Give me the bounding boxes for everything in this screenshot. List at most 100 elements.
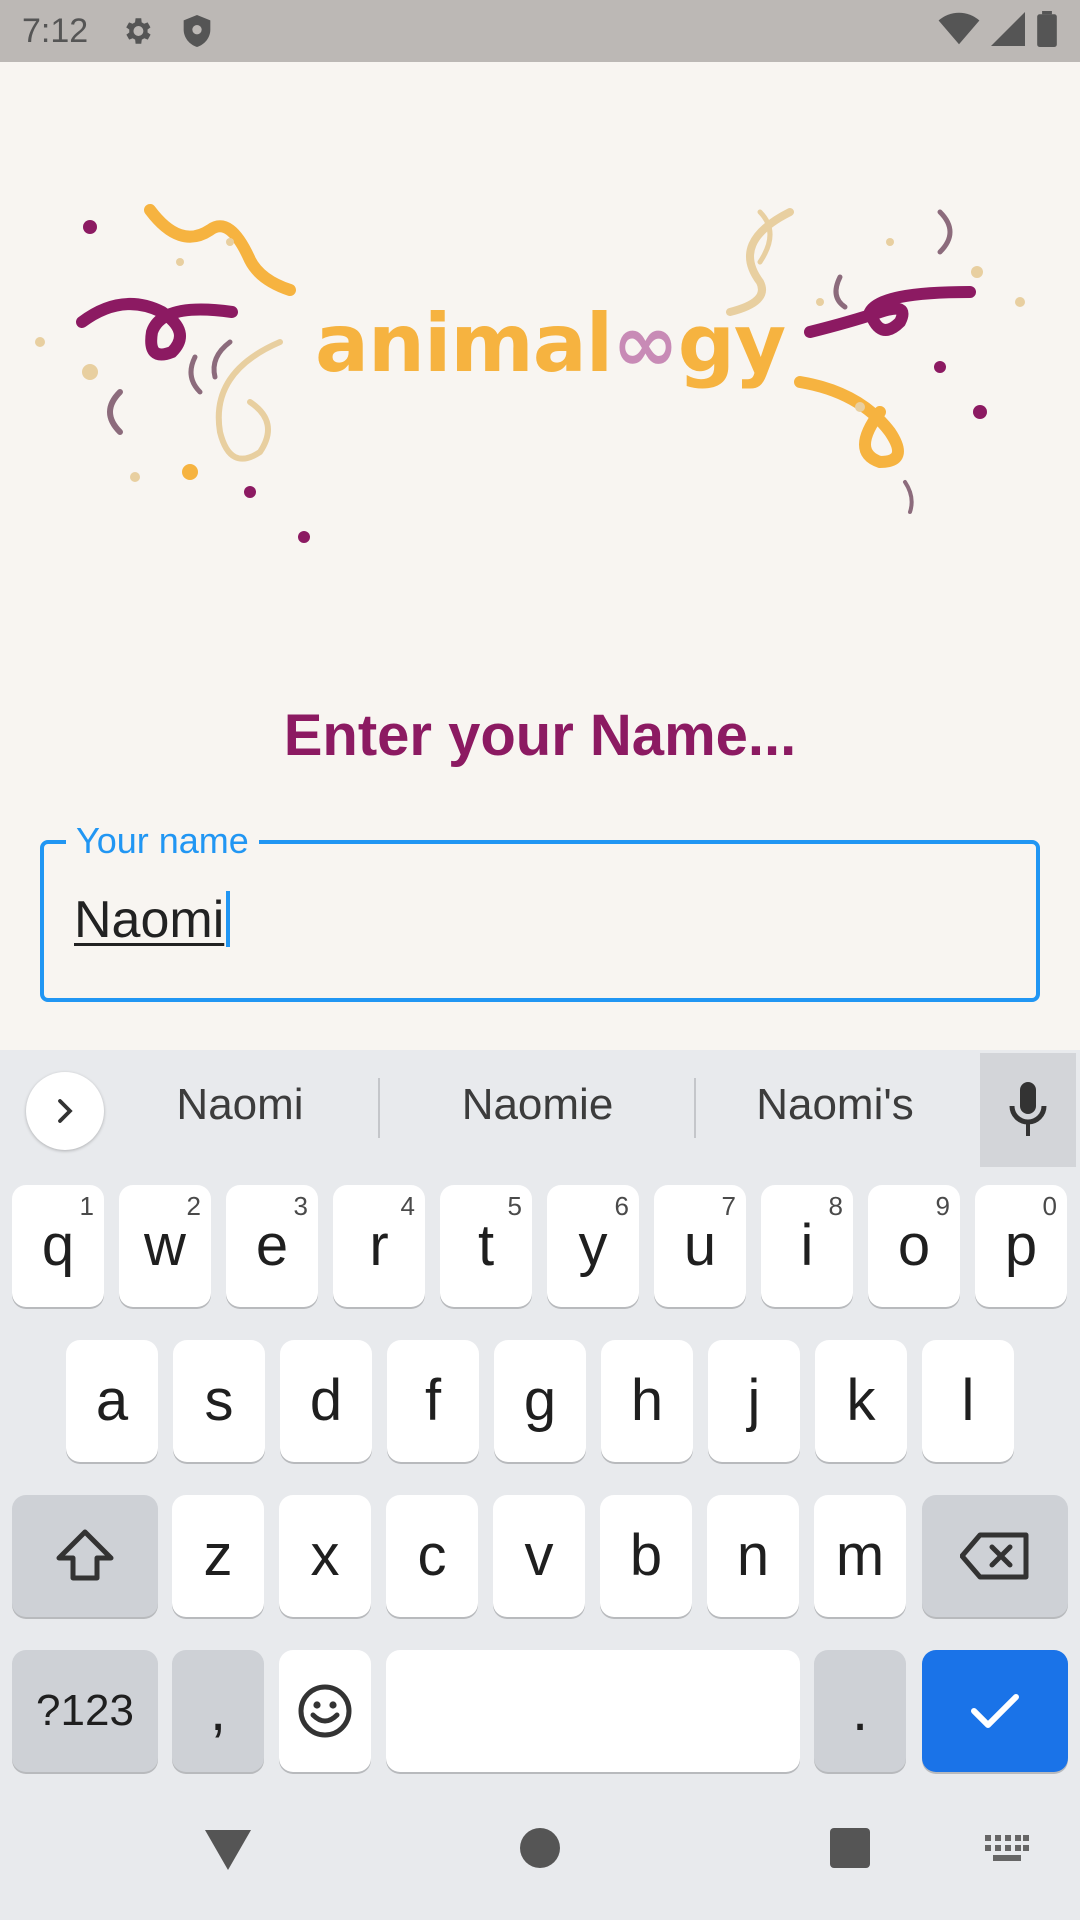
name-field-label: Your name: [66, 820, 259, 862]
backspace-key[interactable]: [922, 1495, 1068, 1617]
key-q-label: q: [41, 1213, 75, 1278]
key-g[interactable]: g: [494, 1340, 586, 1462]
key-e-hint: 3: [293, 1191, 308, 1221]
key-w[interactable]: w2: [119, 1185, 211, 1307]
period-key[interactable]: .: [814, 1650, 906, 1772]
key-c-label: c: [417, 1523, 447, 1588]
wifi-icon: [938, 12, 980, 51]
cell-signal-icon: [990, 11, 1026, 51]
key-r[interactable]: r4: [333, 1185, 425, 1307]
key-y-hint: 6: [614, 1191, 629, 1221]
suggestion-2[interactable]: Naomie: [420, 1080, 655, 1130]
key-i-hint: 8: [828, 1191, 843, 1221]
key-o-hint: 9: [935, 1191, 950, 1221]
suggestion-3[interactable]: Naomi's: [720, 1080, 950, 1130]
key-q[interactable]: q1: [12, 1185, 104, 1307]
period-key-label: .: [851, 1678, 869, 1743]
key-o[interactable]: o9: [868, 1185, 960, 1307]
suggestion-1[interactable]: Naomi: [130, 1080, 350, 1130]
name-input[interactable]: Naomi: [74, 890, 231, 950]
keyboard-switch-icon[interactable]: [985, 1835, 1029, 1865]
symbols-key[interactable]: ?123: [12, 1650, 158, 1772]
symbols-key-label: ?123: [36, 1686, 134, 1735]
logo-wordmark: animal∞gy: [315, 297, 786, 390]
key-v-label: v: [524, 1523, 554, 1588]
comma-key-label: ,: [209, 1678, 227, 1743]
key-u-hint: 7: [721, 1191, 736, 1221]
status-time: 7:12: [22, 11, 89, 50]
key-c[interactable]: c: [386, 1495, 478, 1617]
key-t[interactable]: t5: [440, 1185, 532, 1307]
key-k-label: k: [846, 1368, 876, 1433]
key-b[interactable]: b: [600, 1495, 692, 1617]
key-n[interactable]: n: [707, 1495, 799, 1617]
key-g-label: g: [523, 1368, 557, 1433]
key-z-label: z: [203, 1523, 233, 1588]
home-icon[interactable]: [520, 1828, 560, 1868]
key-p[interactable]: p0: [975, 1185, 1067, 1307]
checkmark-icon: [971, 1694, 1019, 1728]
key-v[interactable]: v: [493, 1495, 585, 1617]
recents-icon[interactable]: [830, 1828, 870, 1868]
text-caret: [226, 891, 231, 947]
emoji-icon: [298, 1684, 352, 1738]
key-w-label: w: [144, 1213, 186, 1278]
key-m[interactable]: m: [814, 1495, 906, 1617]
key-f-label: f: [424, 1368, 442, 1433]
key-x-label: x: [310, 1523, 340, 1588]
key-s-label: s: [204, 1368, 234, 1433]
key-y[interactable]: y6: [547, 1185, 639, 1307]
key-a[interactable]: a: [66, 1340, 158, 1462]
key-p-hint: 0: [1042, 1191, 1057, 1221]
key-h[interactable]: h: [601, 1340, 693, 1462]
done-key[interactable]: [922, 1650, 1068, 1772]
navigation-bar: [0, 1780, 1080, 1920]
suggestion-bar: Naomi Naomie Naomi's: [0, 1050, 1080, 1170]
key-j[interactable]: j: [708, 1340, 800, 1462]
name-field[interactable]: Your name Naomi: [40, 820, 1040, 1002]
gear-icon: [118, 12, 156, 50]
expand-toolbar-button[interactable]: [26, 1072, 104, 1150]
comma-key[interactable]: ,: [172, 1650, 264, 1772]
key-b-label: b: [629, 1523, 663, 1588]
page-title: Enter your Name...: [283, 703, 797, 768]
backspace-icon: [960, 1532, 1029, 1580]
key-o-label: o: [897, 1213, 931, 1278]
chevron-right-icon: [58, 1099, 73, 1123]
key-q-hint: 1: [79, 1191, 94, 1221]
key-i-label: i: [800, 1213, 814, 1278]
key-z[interactable]: z: [172, 1495, 264, 1617]
shield-icon: [178, 12, 216, 50]
key-a-label: a: [95, 1368, 129, 1433]
key-j-label: j: [747, 1368, 761, 1433]
key-f[interactable]: f: [387, 1340, 479, 1462]
key-p-label: p: [1004, 1213, 1038, 1278]
key-k[interactable]: k: [815, 1340, 907, 1462]
key-u[interactable]: u7: [654, 1185, 746, 1307]
key-t-label: t: [477, 1213, 495, 1278]
shift-icon: [56, 1529, 114, 1581]
voice-input-button[interactable]: [980, 1053, 1076, 1167]
key-d-label: d: [309, 1368, 343, 1433]
shift-key[interactable]: [12, 1495, 158, 1617]
animalogy-logo: animal∞gy: [30, 202, 1040, 622]
back-icon[interactable]: [205, 1830, 251, 1870]
key-l[interactable]: l: [922, 1340, 1014, 1462]
app-screen: animal∞gy Enter your Name... Your name N…: [0, 62, 1080, 1050]
key-n-label: n: [736, 1523, 770, 1588]
key-l-label: l: [961, 1368, 975, 1433]
status-bar: 7:12: [0, 0, 1080, 62]
key-t-hint: 5: [507, 1191, 522, 1221]
space-key[interactable]: [386, 1650, 800, 1772]
key-y-label: y: [578, 1213, 608, 1278]
key-e-label: e: [255, 1213, 289, 1278]
suggestion-divider: [378, 1078, 380, 1138]
key-x[interactable]: x: [279, 1495, 371, 1617]
name-input-value: Naomi: [74, 891, 225, 949]
key-s[interactable]: s: [173, 1340, 265, 1462]
key-r-hint: 4: [400, 1191, 415, 1221]
key-i[interactable]: i8: [761, 1185, 853, 1307]
emoji-key[interactable]: [279, 1650, 371, 1772]
key-e[interactable]: e3: [226, 1185, 318, 1307]
key-d[interactable]: d: [280, 1340, 372, 1462]
